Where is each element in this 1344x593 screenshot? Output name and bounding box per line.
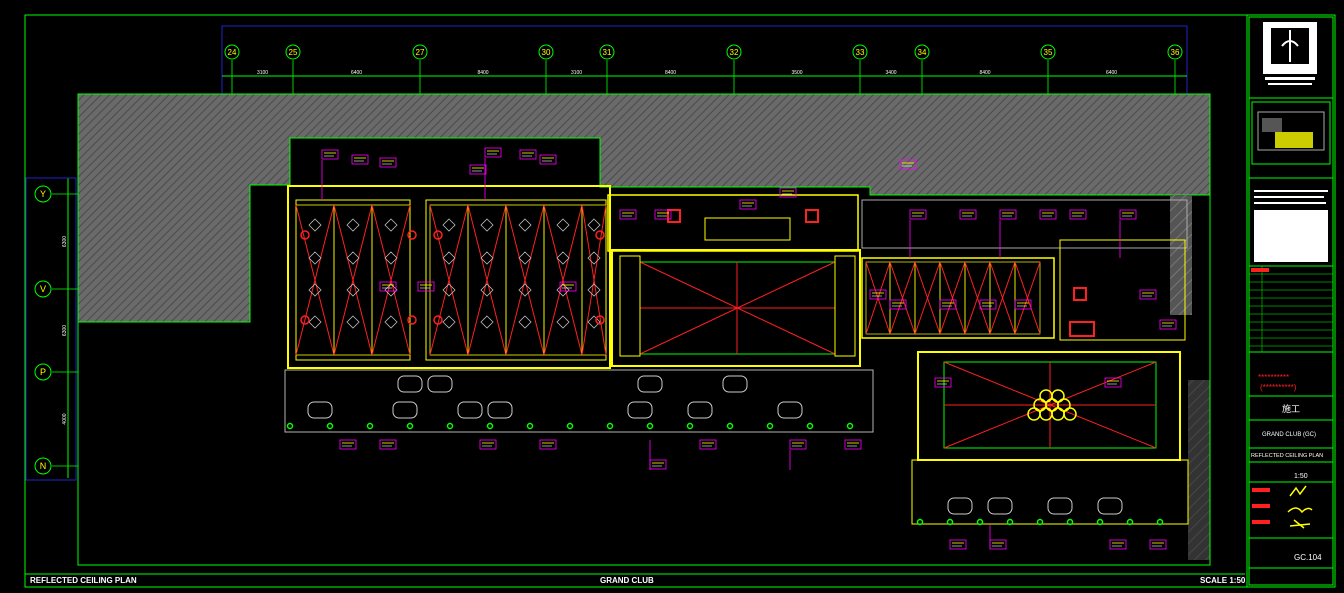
hatched-corner	[1188, 380, 1210, 560]
grid-dim-col: 3500	[791, 70, 802, 76]
signature-rows	[1252, 485, 1313, 529]
grid-dim-col: 3100	[257, 70, 268, 76]
room-block-left	[287, 185, 611, 369]
central-lounge	[611, 249, 861, 367]
grid-dim-col: 8400	[665, 70, 676, 76]
key-plan-thumbnail	[1251, 101, 1331, 165]
cad-drawing-canvas: 24 25 27 30 31 32 33 34 35 36 3100 6400 8400 3100 8400…	[24, 14, 1336, 588]
grid-label-col-31: 31	[603, 48, 612, 57]
grid-dim-col: 6400	[351, 70, 362, 76]
room-block-right	[861, 199, 1188, 341]
grid-dim-row: 4000	[62, 413, 68, 424]
grid-label-col-36: 36	[1171, 48, 1180, 57]
grid-label-col-24: 24	[228, 48, 237, 57]
title-block-scale: 1:50	[1294, 473, 1308, 480]
title-block: ********** (**********) 施工 GRAND CLUB (G…	[1248, 16, 1334, 586]
hatched-column-strip	[1170, 195, 1192, 315]
plan-title: REFLECTED CEILING PLAN	[30, 576, 137, 585]
grid-label-row-V: V	[40, 284, 46, 294]
grid-dim-row: 6300	[62, 325, 68, 336]
project-subname: (**********)	[1260, 383, 1297, 392]
grid-dim-col: 8400	[477, 70, 488, 76]
grid-label-col-32: 32	[730, 48, 739, 57]
grid-dim-col: 3400	[885, 70, 896, 76]
grid-label-col-27: 27	[416, 48, 425, 57]
project-name: **********	[1258, 373, 1289, 382]
revision-table	[1249, 266, 1333, 352]
area-title: GRAND CLUB	[600, 576, 654, 585]
drawing-status: 施工	[1282, 403, 1300, 415]
drawing-area: GRAND CLUB (GC)	[1262, 432, 1316, 438]
general-notes	[1254, 190, 1328, 262]
grid-dim-col: 3100	[571, 70, 582, 76]
grid-label-row-N: N	[40, 461, 47, 471]
drawing-number: GC.104	[1294, 553, 1322, 562]
grid-label-col-33: 33	[856, 48, 865, 57]
grid-columns: 24 25 27 30 31 32 33 34 35 36 3100 6400 8400 3100 8400…	[222, 44, 1187, 94]
grid-rows: Y V P N 6300 6300 4000	[25, 177, 78, 481]
grid-label-col-30: 30	[542, 48, 551, 57]
grid-label-col-25: 25	[289, 48, 298, 57]
plan-scale: SCALE 1:50	[1200, 576, 1246, 585]
fixture-tags	[321, 147, 1177, 550]
company-logo	[1263, 22, 1317, 85]
upper-corridor	[607, 194, 859, 252]
grid-label-col-34: 34	[918, 48, 927, 57]
grid-dim-row: 6300	[62, 236, 68, 247]
grid-label-row-P: P	[40, 367, 46, 377]
seating-area	[284, 230, 1164, 526]
grid-dim-col: 6400	[1106, 70, 1117, 76]
grid-label-row-Y: Y	[40, 189, 46, 199]
plan-viewport-frame	[221, 25, 1188, 95]
grid-label-col-35: 35	[1044, 48, 1053, 57]
drawing-title: REFLECTED CEILING PLAN	[1251, 453, 1323, 459]
grid-dim-col: 8400	[979, 70, 990, 76]
